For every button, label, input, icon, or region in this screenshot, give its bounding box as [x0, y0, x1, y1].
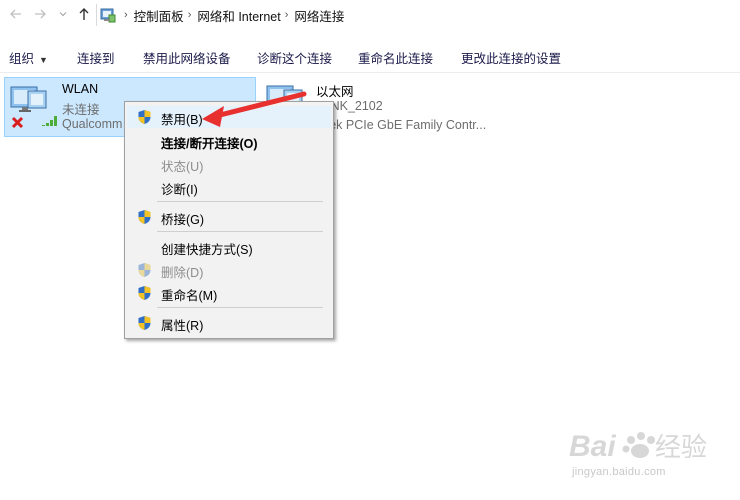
control-panel-icon	[100, 8, 116, 23]
up-button[interactable]	[76, 6, 92, 22]
forward-button[interactable]	[32, 6, 48, 22]
menu-item-rename[interactable]: 重命名(M)	[127, 282, 331, 304]
chevron-down-icon	[59, 12, 67, 17]
address-separator	[96, 4, 97, 26]
menu-item-delete: 删除(D)	[127, 259, 331, 281]
connection-device: Qualcomm	[62, 117, 123, 131]
menu-item-label: 桥接(G)	[161, 213, 205, 227]
back-button[interactable]	[8, 6, 24, 22]
menu-item-status: 状态(U)	[127, 153, 331, 175]
caret-down-icon: ▼	[39, 55, 48, 65]
organize-button[interactable]: 组织 ▼	[9, 48, 48, 67]
menu-item-diagnose[interactable]: 诊断(I)	[127, 176, 331, 198]
organize-label: 组织	[9, 52, 35, 66]
address-bar: › 控制面板 › 网络和 Internet › 网络连接	[0, 0, 740, 30]
menu-item-label: 属性(R)	[161, 319, 204, 333]
disable-device-button[interactable]: 禁用此网络设备	[143, 48, 231, 67]
change-settings-button[interactable]: 更改此连接的设置	[461, 48, 561, 67]
uac-shield-icon	[138, 110, 151, 124]
diagnose-button[interactable]: 诊断这个连接	[257, 48, 332, 67]
rename-button[interactable]: 重命名此连接	[358, 48, 433, 67]
connection-status: 未连接	[62, 103, 100, 117]
uac-shield-icon	[138, 316, 151, 330]
wireless-adapter-icon	[10, 86, 57, 129]
recent-locations-button[interactable]	[55, 6, 71, 22]
annotation-arrow-icon	[202, 91, 307, 127]
svg-text:经验: 经验	[655, 433, 707, 463]
context-menu: 禁用(B) 连接/断开连接(O) 状态(U) 诊断(I) 桥接(G) 创建快捷方…	[124, 101, 334, 339]
menu-separator	[157, 201, 323, 202]
svg-text:Bai: Bai	[569, 430, 616, 463]
chevron-right-icon: ›	[187, 9, 192, 21]
breadcrumb: › 控制面板 › 网络和 Internet › 网络连接	[100, 5, 344, 25]
connection-device: altek PCIe GbE Family Contr...	[316, 118, 487, 132]
menu-item-bridge[interactable]: 桥接(G)	[127, 206, 331, 228]
menu-separator	[157, 307, 323, 308]
menu-item-label: 重命名(M)	[161, 289, 218, 303]
arrow-up-icon	[79, 8, 89, 20]
arrow-right-icon	[35, 9, 46, 19]
connect-to-button[interactable]: 连接到	[77, 48, 115, 67]
breadcrumb-control-panel[interactable]: 控制面板	[134, 6, 184, 25]
uac-shield-icon	[138, 286, 151, 300]
breadcrumb-network-internet[interactable]: 网络和 Internet	[197, 6, 280, 25]
baidu-jingyan-watermark-icon: Bai 经验	[569, 430, 707, 463]
menu-separator	[157, 231, 323, 232]
menu-item-properties[interactable]: 属性(R)	[127, 312, 331, 334]
command-bar: 组织 ▼ 连接到 禁用此网络设备 诊断这个连接 重命名此连接 更改此连接的设置	[0, 40, 740, 73]
menu-item-label: 创建快捷方式(S)	[161, 243, 253, 257]
chevron-right-icon: ›	[124, 9, 128, 21]
chevron-right-icon: ›	[284, 9, 289, 21]
uac-shield-icon	[138, 263, 151, 277]
menu-item-label: 状态(U)	[161, 160, 204, 174]
menu-item-create-shortcut[interactable]: 创建快捷方式(S)	[127, 236, 331, 258]
watermark-url: jingyan.baidu.com	[572, 466, 666, 478]
connection-name: 以太网	[316, 85, 354, 99]
connection-name: WLAN	[62, 82, 99, 96]
arrow-left-icon	[10, 9, 21, 19]
menu-item-label: 诊断(I)	[161, 183, 198, 197]
breadcrumb-network-connections[interactable]: 网络连接	[294, 6, 344, 25]
uac-shield-icon	[138, 210, 151, 224]
menu-item-label: 删除(D)	[161, 266, 204, 280]
